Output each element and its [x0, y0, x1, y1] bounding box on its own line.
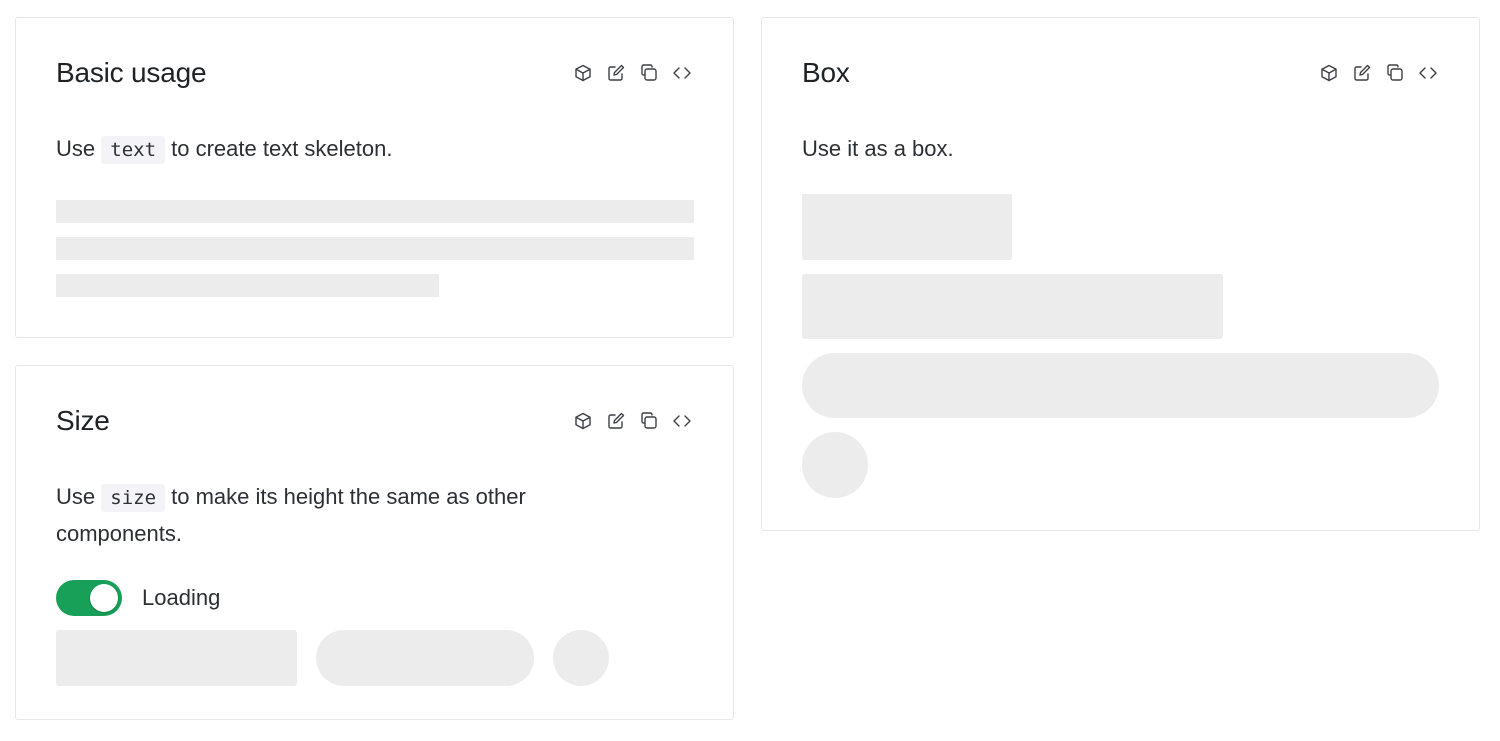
edit-icon[interactable]	[604, 61, 627, 84]
edit-icon[interactable]	[1350, 61, 1373, 84]
code-icon[interactable]	[1416, 61, 1439, 84]
box-skeleton	[802, 194, 1012, 260]
inline-code: size	[101, 484, 166, 512]
card-toolbar	[1317, 61, 1439, 84]
card-basic-usage: Basic usage Use text to create text skel…	[15, 17, 734, 338]
loading-switch[interactable]	[56, 580, 122, 616]
copy-icon[interactable]	[637, 61, 660, 84]
card-toolbar	[571, 61, 693, 84]
copy-icon[interactable]	[637, 409, 660, 432]
code-icon[interactable]	[670, 409, 693, 432]
round-box-skeleton	[802, 353, 1439, 418]
round-skeleton	[316, 630, 534, 686]
card-description: Use text to create text skeleton.	[56, 131, 392, 168]
card-title: Size	[56, 405, 110, 436]
cube-icon[interactable]	[1317, 61, 1340, 84]
card-description: Use it as a box.	[802, 136, 954, 161]
card-size: Size Use size to make its height the sam…	[15, 365, 734, 720]
circle-skeleton	[553, 630, 609, 686]
card-description: Use size to make its height the same as …	[56, 484, 526, 546]
circle-box-skeleton	[802, 432, 868, 498]
text-skeleton-line	[56, 200, 694, 223]
text-skeleton-line	[56, 237, 694, 260]
card-title: Box	[802, 57, 850, 88]
card-title: Basic usage	[56, 57, 207, 88]
switch-label: Loading	[142, 585, 221, 610]
inline-code: text	[101, 136, 166, 164]
edit-icon[interactable]	[604, 409, 627, 432]
switch-knob	[90, 584, 118, 612]
cube-icon[interactable]	[571, 61, 594, 84]
rect-skeleton	[56, 630, 297, 686]
box-skeleton	[802, 274, 1223, 339]
cube-icon[interactable]	[571, 409, 594, 432]
card-toolbar	[571, 409, 693, 432]
code-icon[interactable]	[670, 61, 693, 84]
card-box: Box Use it as a box.	[761, 17, 1480, 531]
copy-icon[interactable]	[1383, 61, 1406, 84]
text-skeleton-line	[56, 274, 439, 297]
